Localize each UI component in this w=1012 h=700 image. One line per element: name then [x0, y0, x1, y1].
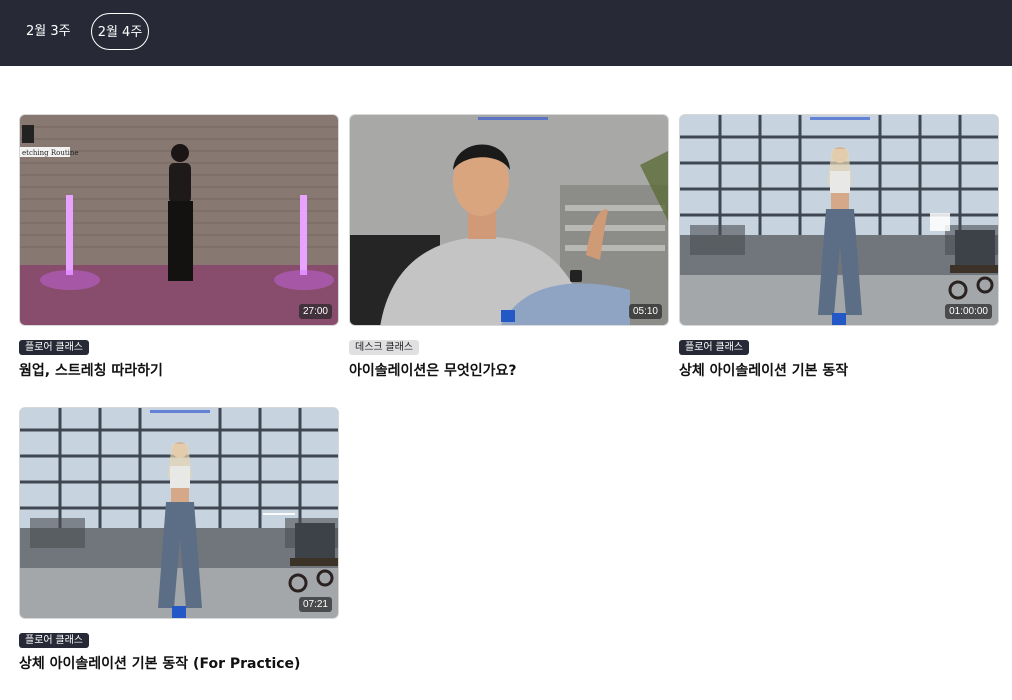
category-badge: 데스크 클래스: [349, 340, 419, 355]
video-title[interactable]: 상체 아이솔레이션 기본 동작: [679, 360, 999, 380]
thumbnail-image-brick-stretching: etching Routine: [20, 115, 338, 325]
video-thumbnail[interactable]: 05:10: [349, 114, 669, 326]
video-card[interactable]: etching Routine 27:00 플로어 클래스 웜업, 스트레칭 따…: [19, 114, 339, 380]
tab-week-feb-4[interactable]: 2월 4주: [91, 13, 149, 50]
video-duration: 27:00: [298, 304, 332, 319]
video-card[interactable]: 01:00:00 플로어 클래스 상체 아이솔레이션 기본 동작: [679, 114, 999, 380]
video-card[interactable]: 05:10 데스크 클래스 아이솔레이션은 무엇인가요?: [349, 114, 669, 380]
category-badge: 플로어 클래스: [19, 340, 89, 355]
week-nav-bar: 2월 3주 2월 4주: [0, 0, 1012, 66]
thumbnail-caption: etching Routine: [22, 149, 79, 157]
category-badge: 플로어 클래스: [679, 340, 749, 355]
video-card[interactable]: 07:21 플로어 클래스 상체 아이솔레이션 기본 동작 (For Pract…: [19, 407, 339, 673]
category-badge: 플로어 클래스: [19, 633, 89, 648]
video-duration: 01:00:00: [945, 304, 992, 319]
tab-week-feb-3[interactable]: 2월 3주: [26, 13, 71, 50]
video-title[interactable]: 아이솔레이션은 무엇인가요?: [349, 360, 669, 380]
thumbnail-image-interview: [350, 115, 668, 325]
video-title[interactable]: 웜업, 스트레칭 따라하기: [19, 360, 339, 380]
video-title[interactable]: 상체 아이솔레이션 기본 동작 (For Practice): [19, 653, 339, 673]
video-thumbnail[interactable]: etching Routine 27:00: [19, 114, 339, 326]
video-duration: 07:21: [298, 597, 332, 612]
thumbnail-image-studio-dancer-practice: [20, 408, 338, 618]
thumbnail-image-studio-dancer: [680, 115, 998, 325]
video-duration: 05:10: [628, 304, 662, 319]
video-thumbnail[interactable]: 01:00:00: [679, 114, 999, 326]
video-thumbnail[interactable]: 07:21: [19, 407, 339, 619]
